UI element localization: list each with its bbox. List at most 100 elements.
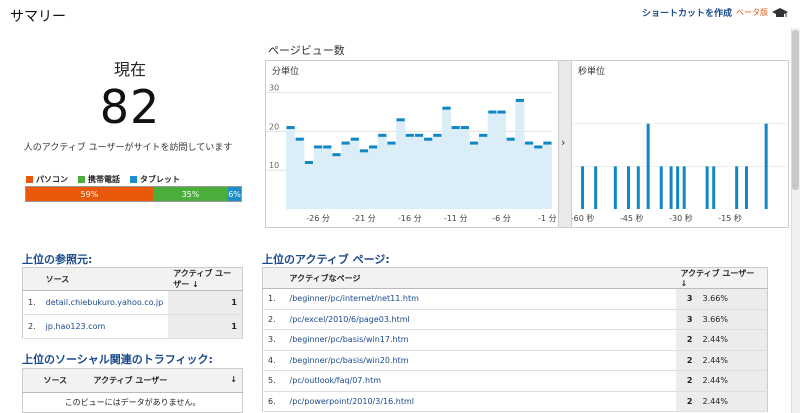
bar (636, 166, 640, 209)
bar (659, 166, 663, 209)
sort-down-icon: ↓ (680, 279, 688, 288)
legend-desktop-label: パソコン (36, 175, 68, 184)
x-tick-label: -16 分 (398, 214, 422, 223)
sort-down-icon: ↓ (230, 375, 237, 384)
create-shortcut-link[interactable]: ショートカットを作成 (642, 6, 732, 19)
active-users-count: 82 (99, 80, 161, 134)
pageviews-title: ページビュー数 (268, 44, 345, 57)
referral-link[interactable]: jp.hao123.com (46, 322, 106, 331)
page-percent: 2.44% (697, 350, 768, 371)
users-column-header[interactable]: アクティブ ユーザー ↓ (168, 267, 243, 291)
page-percent: 3.66% (697, 288, 768, 310)
page-users: 2 (675, 391, 698, 412)
bar (712, 166, 716, 209)
top-social-title: 上位のソーシャル関連のトラフィック: (22, 353, 213, 366)
x-tick-label: -30 秒 (669, 213, 693, 223)
page-users: 2 (675, 370, 698, 392)
page-column-header[interactable]: アクティブなページ (284, 267, 676, 289)
row-index: 6. (262, 391, 285, 412)
users-column-header[interactable]: アクティブ ユーザー ↓ (88, 368, 243, 393)
sort-down-icon: ↓ (192, 280, 199, 289)
bar (735, 166, 739, 209)
index-header (22, 267, 41, 291)
x-tick-label: -45 秒 (620, 213, 644, 223)
page-users: 2 (675, 329, 698, 351)
row-index: 2. (262, 309, 285, 330)
users-column-header[interactable]: アクティブ ユーザー ↓ (675, 267, 768, 289)
active-page-link[interactable]: /beginner/pc/basis/win17.htm (290, 335, 409, 344)
chevron-right-icon[interactable]: › (561, 136, 565, 149)
x-tick-label: -1 分 (538, 214, 557, 223)
table-row: 4. /beginner/pc/basis/win20.htm 2 2.44% (262, 350, 768, 371)
mobile-segment: 35% (152, 187, 229, 201)
table-row: 2. /pc/excel/2010/6/page03.html 3 3.66% (262, 309, 768, 330)
bar (646, 123, 650, 209)
bar (594, 166, 598, 209)
bar (626, 166, 630, 209)
legend-tablet: タブレット (130, 174, 180, 185)
legend-desktop: パソコン (26, 174, 68, 185)
index-header (22, 368, 39, 393)
per-second-chart-svg: -60 秒 -45 秒 -30 秒 -15 秒 (571, 123, 788, 223)
top-referrals-title: 上位の参照元: (22, 253, 93, 266)
referral-link[interactable]: detail.chiebukuro.yahoo.co.jp (46, 298, 164, 307)
page-percent: 3.66% (697, 309, 768, 330)
bar (682, 166, 686, 209)
x-tick-label: -21 分 (352, 214, 376, 223)
per-minute-area (286, 100, 552, 209)
table-header: ソース アクティブ ユーザー ↓ (22, 368, 243, 393)
x-tick-label: -15 秒 (718, 213, 742, 223)
device-share-bar: 59% 35% 6% (25, 186, 242, 202)
empty-row: このビューにはデータがありません。 (23, 393, 243, 413)
users-column-label: アクティブ ユーザー (680, 269, 755, 278)
table-header: ソース アクティブ ユーザー ↓ (22, 267, 243, 291)
x-tick-label: -60 秒 (572, 213, 594, 223)
referrals-table: ソース アクティブ ユーザー ↓ 1. detail.chiebukuro.ya… (22, 267, 243, 339)
page-users: 2 (675, 350, 698, 371)
active-page-link[interactable]: /pc/excel/2010/6/page03.html (290, 315, 410, 324)
active-page-link[interactable]: /pc/outlook/faq/07.htm (290, 376, 382, 385)
users-column-label: アクティブ ユーザー (93, 376, 168, 385)
y-tick-label: 10 (269, 161, 279, 170)
table-row: 6. /pc/powerpoint/2010/3/16.html 2 2.44% (262, 391, 768, 412)
tablet-segment: 6% (228, 187, 241, 201)
page-title: サマリー (10, 9, 66, 25)
bar (669, 166, 673, 209)
mobile-swatch (78, 176, 85, 183)
bar (581, 166, 585, 209)
per-second-label: 秒単位 (578, 67, 606, 77)
y-tick-label: 30 (269, 84, 279, 93)
page-users: 3 (675, 309, 698, 330)
x-tick-label: -6 分 (492, 214, 511, 223)
bar (744, 166, 748, 209)
active-page-link[interactable]: /pc/powerpoint/2010/3/16.html (290, 397, 414, 406)
table-row: 3. /beginner/pc/basis/win17.htm 2 2.44% (262, 329, 768, 351)
active-page-link[interactable]: /beginner/pc/basis/win20.htm (290, 356, 409, 365)
referral-users: 1 (168, 290, 243, 315)
tablet-swatch (130, 176, 137, 183)
source-column-header[interactable]: ソース (40, 267, 169, 291)
table-row: 1. detail.chiebukuro.yahoo.co.jp 1 (22, 290, 243, 315)
referral-users: 1 (168, 314, 243, 339)
graduation-cap-icon[interactable] (772, 7, 788, 19)
page-users: 3 (675, 288, 698, 310)
x-tick-label: -26 分 (306, 214, 330, 223)
bar (764, 123, 768, 209)
per-second-chart: 秒単位 -60 秒 -45 秒 -30 秒 -15 秒 (571, 60, 789, 228)
social-table: ソース アクティブ ユーザー ↓ このビューにはデータがありません。 (22, 368, 243, 413)
scrollbar-thumb[interactable] (792, 30, 799, 190)
per-minute-label: 分単位 (272, 67, 300, 77)
page-percent: 2.44% (697, 370, 768, 392)
bar (676, 166, 680, 209)
table-header: アクティブなページ アクティブ ユーザー ↓ (262, 267, 768, 289)
active-page-link[interactable]: /beginner/pc/internet/net11.htm (290, 294, 419, 303)
page-percent: 2.44% (697, 391, 768, 412)
source-column-header[interactable]: ソース (38, 368, 89, 393)
per-minute-chart: 分単位 30 20 10 -26 分 -21 分 -16 分 -11 分 -6 分 -1 分 (265, 60, 559, 228)
row-index: 1. (262, 288, 285, 310)
page-percent: 2.44% (697, 329, 768, 351)
x-tick-label: -11 分 (444, 214, 468, 223)
device-legend: パソコン 携帯電話 タブレット (26, 174, 180, 185)
top-active-pages-title: 上位のアクティブ ページ: (262, 253, 390, 266)
header-actions: ショートカットを作成 ベータ版 (642, 6, 788, 19)
